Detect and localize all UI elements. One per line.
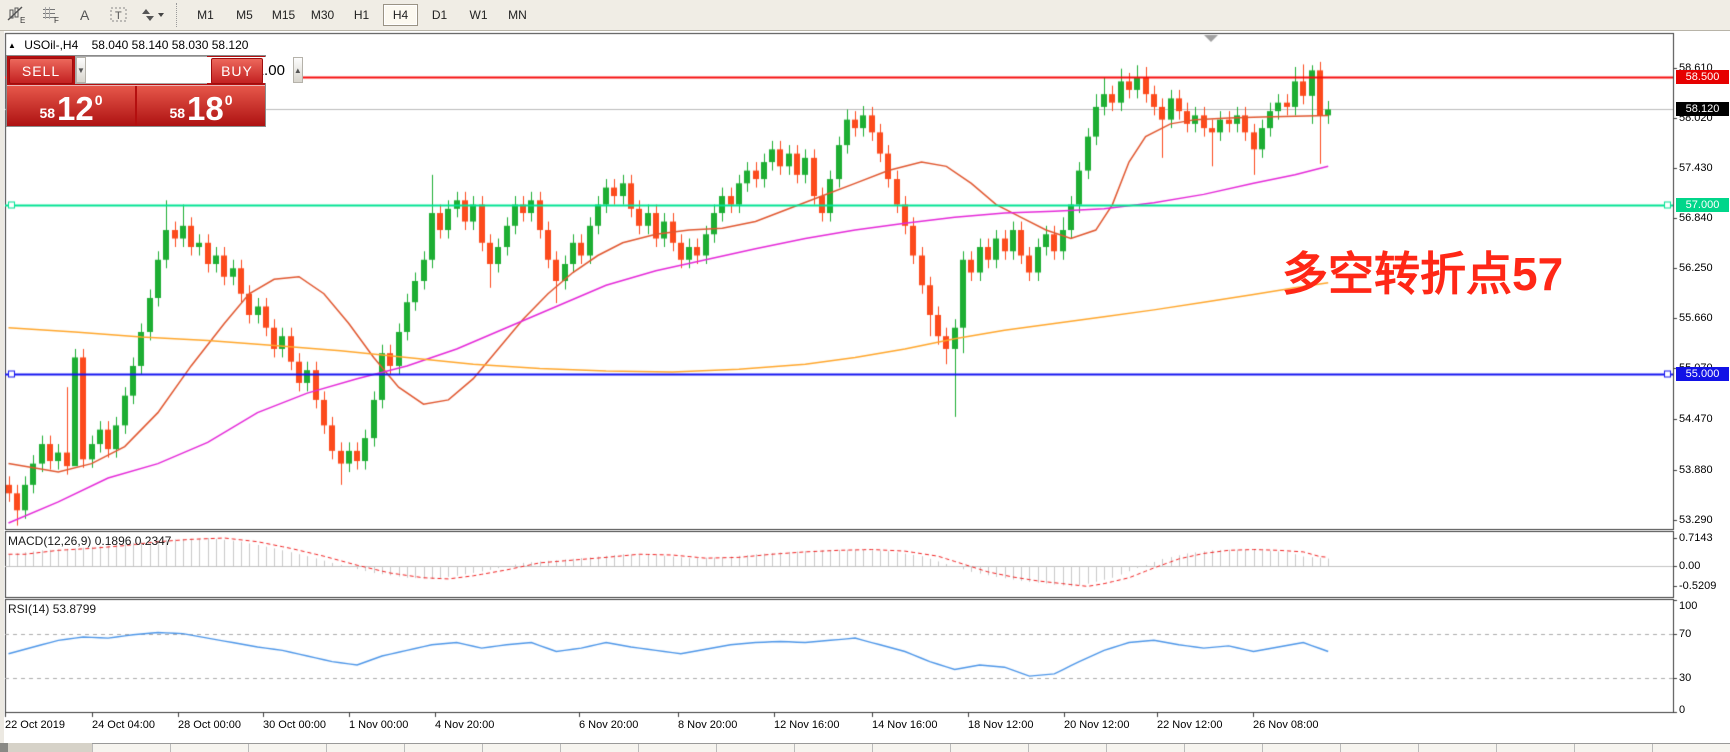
one-click-trade-panel: SELL ▼ ▲ BUY 58 12 0 58 18 0: [6, 55, 266, 127]
timeframe-button-MN[interactable]: MN: [500, 4, 535, 26]
macd-axis-tick: -0.5209: [1679, 580, 1716, 592]
price-axis-tick: 53.290: [1679, 514, 1713, 526]
date-axis-label: 28 Oct 00:00: [178, 719, 241, 731]
date-axis-label: 18 Nov 12:00: [968, 719, 1033, 731]
chart-annotation-text: 多空转折点57: [1282, 238, 1563, 304]
buy-price-display[interactable]: 58 18 0: [137, 86, 265, 126]
svg-text:A: A: [80, 7, 90, 23]
macd-label: MACD(12,26,9) 0.1896 0.2347: [8, 534, 171, 548]
rsi-axis-tick: 100: [1679, 600, 1697, 612]
date-axis-label: 22 Oct 2019: [5, 719, 65, 731]
date-axis-label: 24 Oct 04:00: [92, 719, 155, 731]
indicators-icon[interactable]: E: [2, 3, 32, 27]
arrows-objects-icon[interactable]: [138, 3, 168, 27]
svg-text:T: T: [115, 10, 122, 22]
text-label-icon[interactable]: A: [70, 3, 100, 27]
rsi-label: RSI(14) 53.8799: [8, 602, 96, 616]
date-axis-label: 26 Nov 08:00: [1253, 719, 1318, 731]
timeframe-button-D1[interactable]: D1: [422, 4, 457, 26]
date-axis-label: 22 Nov 12:00: [1157, 719, 1222, 731]
macd-axis-tick: 0.00: [1679, 560, 1700, 572]
price-badge-55.000: 55.000: [1676, 367, 1729, 381]
sell-price-digits: 12: [57, 96, 94, 122]
date-axis-label: 4 Nov 20:00: [435, 719, 494, 731]
buy-button[interactable]: BUY: [211, 58, 263, 84]
volume-spinner: ▼ ▲: [75, 56, 207, 84]
timeframe-button-M30[interactable]: M30: [305, 4, 340, 26]
price-axis-tick: 56.840: [1679, 212, 1713, 224]
macd-signal-value: 0.2347: [135, 534, 172, 548]
price-axis-tick: 56.250: [1679, 262, 1713, 274]
volume-decrease-button[interactable]: ▼: [76, 57, 86, 83]
timeframe-buttons: M1M5M15M30H1H4D1W1MN: [186, 4, 537, 26]
date-axis-label: 14 Nov 16:00: [872, 719, 937, 731]
rsi-axis-tick: 0: [1679, 704, 1685, 716]
rsi-value: 53.8799: [53, 602, 96, 616]
date-axis-label: 8 Nov 20:00: [678, 719, 737, 731]
price-badge-57.000: 57.000: [1676, 198, 1729, 212]
bottom-scrollbar[interactable]: [0, 743, 1730, 752]
price-axis-tick: 54.470: [1679, 413, 1713, 425]
trading-terminal: E F A T: [0, 0, 1730, 752]
svg-text:F: F: [54, 16, 59, 24]
price-axis-tick: 57.430: [1679, 162, 1713, 174]
rsi-axis-tick: 30: [1679, 672, 1691, 684]
rsi-axis-tick: 70: [1679, 628, 1691, 640]
buy-price-pip: 0: [225, 92, 233, 108]
ohlc-values: 58.040 58.140 58.030 58.120: [92, 38, 249, 52]
price-axis-tick: 53.880: [1679, 464, 1713, 476]
toolbar-separator: [176, 3, 177, 27]
scrollbar-corner: [0, 743, 8, 752]
price-badge-58.120: 58.120: [1676, 102, 1729, 116]
collapse-arrow-icon[interactable]: ▲: [8, 41, 16, 50]
sell-price-prefix: 58: [39, 106, 55, 120]
buy-price-prefix: 58: [169, 106, 185, 120]
grid-properties-icon[interactable]: F: [36, 3, 66, 27]
timeframe-button-M1[interactable]: M1: [188, 4, 223, 26]
trade-panel-price-row: 58 12 0 58 18 0: [7, 86, 265, 126]
timeframe-button-W1[interactable]: W1: [461, 4, 496, 26]
chart-title: ▲ USOil-,H4 58.040 58.140 58.030 58.120: [8, 38, 248, 52]
timeframe-button-M5[interactable]: M5: [227, 4, 262, 26]
sell-price-display[interactable]: 58 12 0: [7, 86, 135, 126]
macd-axis-tick: 0.7143: [1679, 532, 1713, 544]
timeframe-button-H4[interactable]: H4: [383, 4, 418, 26]
text-box-icon[interactable]: T: [104, 3, 134, 27]
toolbar: E F A T: [0, 0, 1730, 31]
symbol-label: USOil-,H4: [24, 38, 78, 52]
date-axis-label: 12 Nov 16:00: [774, 719, 839, 731]
date-axis-label: 20 Nov 12:00: [1064, 719, 1129, 731]
sell-button[interactable]: SELL: [9, 58, 73, 84]
svg-text:E: E: [20, 16, 25, 24]
macd-main-value: 0.1896: [95, 534, 132, 548]
date-axis-label: 6 Nov 20:00: [579, 719, 638, 731]
volume-increase-button[interactable]: ▲: [293, 57, 303, 83]
trade-panel-top-row: SELL ▼ ▲ BUY: [7, 56, 265, 86]
sell-price-pip: 0: [95, 92, 103, 108]
timeframe-button-H1[interactable]: H1: [344, 4, 379, 26]
price-axis-tick: 55.660: [1679, 312, 1713, 324]
price-badge-58.500: 58.500: [1676, 70, 1729, 84]
date-axis-label: 30 Oct 00:00: [263, 719, 326, 731]
buy-price-digits: 18: [187, 96, 224, 122]
timeframe-button-M15[interactable]: M15: [266, 4, 301, 26]
scrollbar-track[interactable]: [92, 743, 1730, 752]
date-axis-label: 1 Nov 00:00: [349, 719, 408, 731]
